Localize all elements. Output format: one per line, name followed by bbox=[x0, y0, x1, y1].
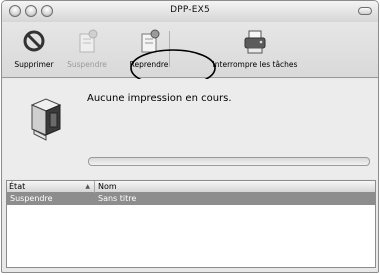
column-nom-label: Nom bbox=[98, 182, 117, 191]
cell-nom: Sans titre bbox=[98, 194, 137, 203]
hold-job-icon bbox=[79, 29, 98, 53]
stop-jobs-icon bbox=[244, 30, 266, 54]
progress-bar bbox=[88, 157, 370, 166]
cell-etat: Suspendre bbox=[10, 194, 53, 203]
toolbar: Supprimer Suspendre Reprendre Interrompr… bbox=[2, 22, 378, 87]
print-queue-window: DPP-EX5 Supprimer Suspendre Reprendre In… bbox=[1, 0, 379, 273]
column-header-etat[interactable]: État ▲ bbox=[7, 181, 95, 193]
delete-icon bbox=[23, 30, 45, 52]
column-header-nom[interactable]: Nom bbox=[96, 181, 117, 192]
window-title: DPP-EX5 bbox=[170, 5, 210, 15]
status-message: Aucune impression en cours. bbox=[87, 93, 232, 104]
toolbar-toggle-button[interactable] bbox=[358, 7, 372, 15]
printer-icon bbox=[30, 98, 62, 141]
supprimer-label: Supprimer bbox=[14, 60, 54, 69]
sort-ascending-icon: ▲ bbox=[85, 183, 90, 190]
suspendre-label: Suspendre bbox=[67, 60, 107, 69]
job-list[interactable]: État ▲ Nom Suspendre Sans titre bbox=[6, 180, 376, 268]
list-header: État ▲ Nom bbox=[7, 181, 375, 193]
status-panel: Aucune impression en cours. bbox=[2, 79, 378, 179]
suspendre-button[interactable]: Suspendre bbox=[64, 28, 110, 69]
title-bar[interactable]: DPP-EX5 bbox=[2, 1, 378, 22]
supprimer-button[interactable]: Supprimer bbox=[8, 28, 60, 69]
column-etat-label: État bbox=[9, 182, 26, 191]
table-row[interactable]: Suspendre Sans titre bbox=[7, 193, 375, 205]
